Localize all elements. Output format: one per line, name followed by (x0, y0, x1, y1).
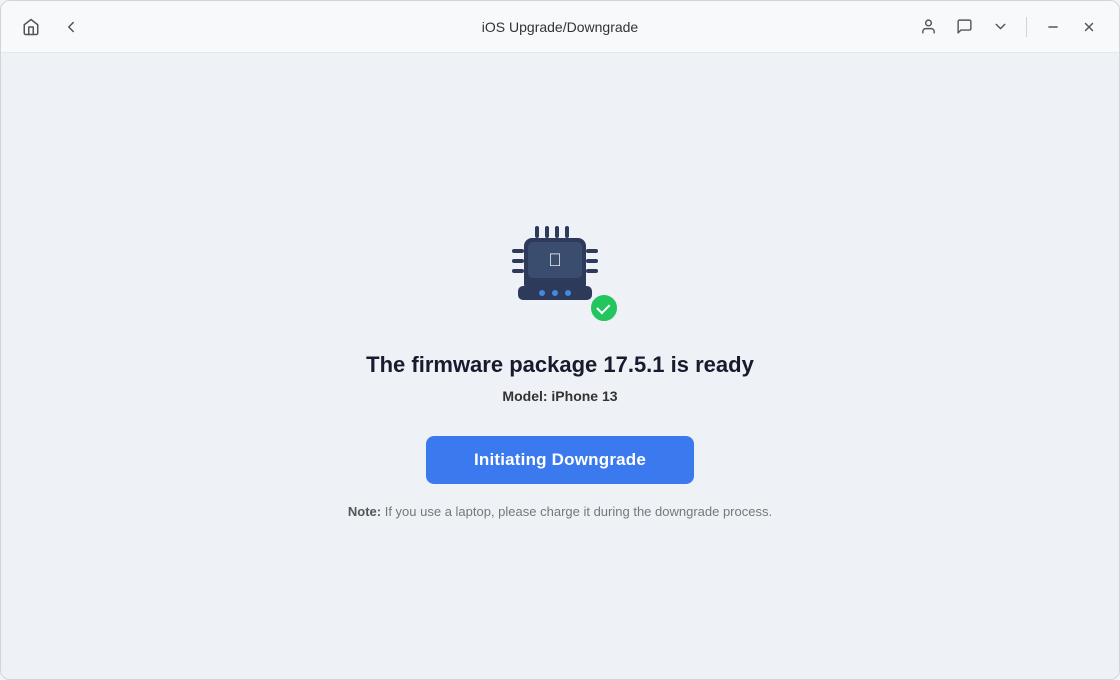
model-label: Model: (502, 388, 547, 404)
main-content:  (1, 53, 1119, 679)
back-icon[interactable] (57, 13, 85, 41)
note-text: Note: If you use a laptop, please charge… (348, 504, 772, 519)
firmware-title: The firmware package 17.5.1 is ready (366, 352, 754, 378)
title-bar-right (914, 13, 1103, 41)
check-badge (588, 292, 620, 324)
title-bar-left (17, 13, 85, 41)
content-card:  (348, 214, 772, 519)
chevron-down-icon[interactable] (986, 13, 1014, 41)
close-icon[interactable] (1075, 13, 1103, 41)
window-title: iOS Upgrade/Downgrade (482, 19, 638, 35)
firmware-model: Model: iPhone 13 (502, 388, 617, 404)
user-icon[interactable] (914, 13, 942, 41)
note-content: If you use a laptop, please charge it du… (381, 504, 772, 519)
initiating-downgrade-button[interactable]: Initiating Downgrade (426, 436, 694, 484)
note-label: Note: (348, 504, 381, 519)
firmware-icon-wrapper:  (500, 214, 620, 324)
svg-text::  (548, 250, 562, 270)
title-bar: iOS Upgrade/Downgrade (1, 1, 1119, 53)
app-window: iOS Upgrade/Downgrade (0, 0, 1120, 680)
message-icon[interactable] (950, 13, 978, 41)
separator (1026, 17, 1027, 37)
minimize-icon[interactable] (1039, 13, 1067, 41)
home-icon[interactable] (17, 13, 45, 41)
model-value: iPhone 13 (551, 388, 617, 404)
